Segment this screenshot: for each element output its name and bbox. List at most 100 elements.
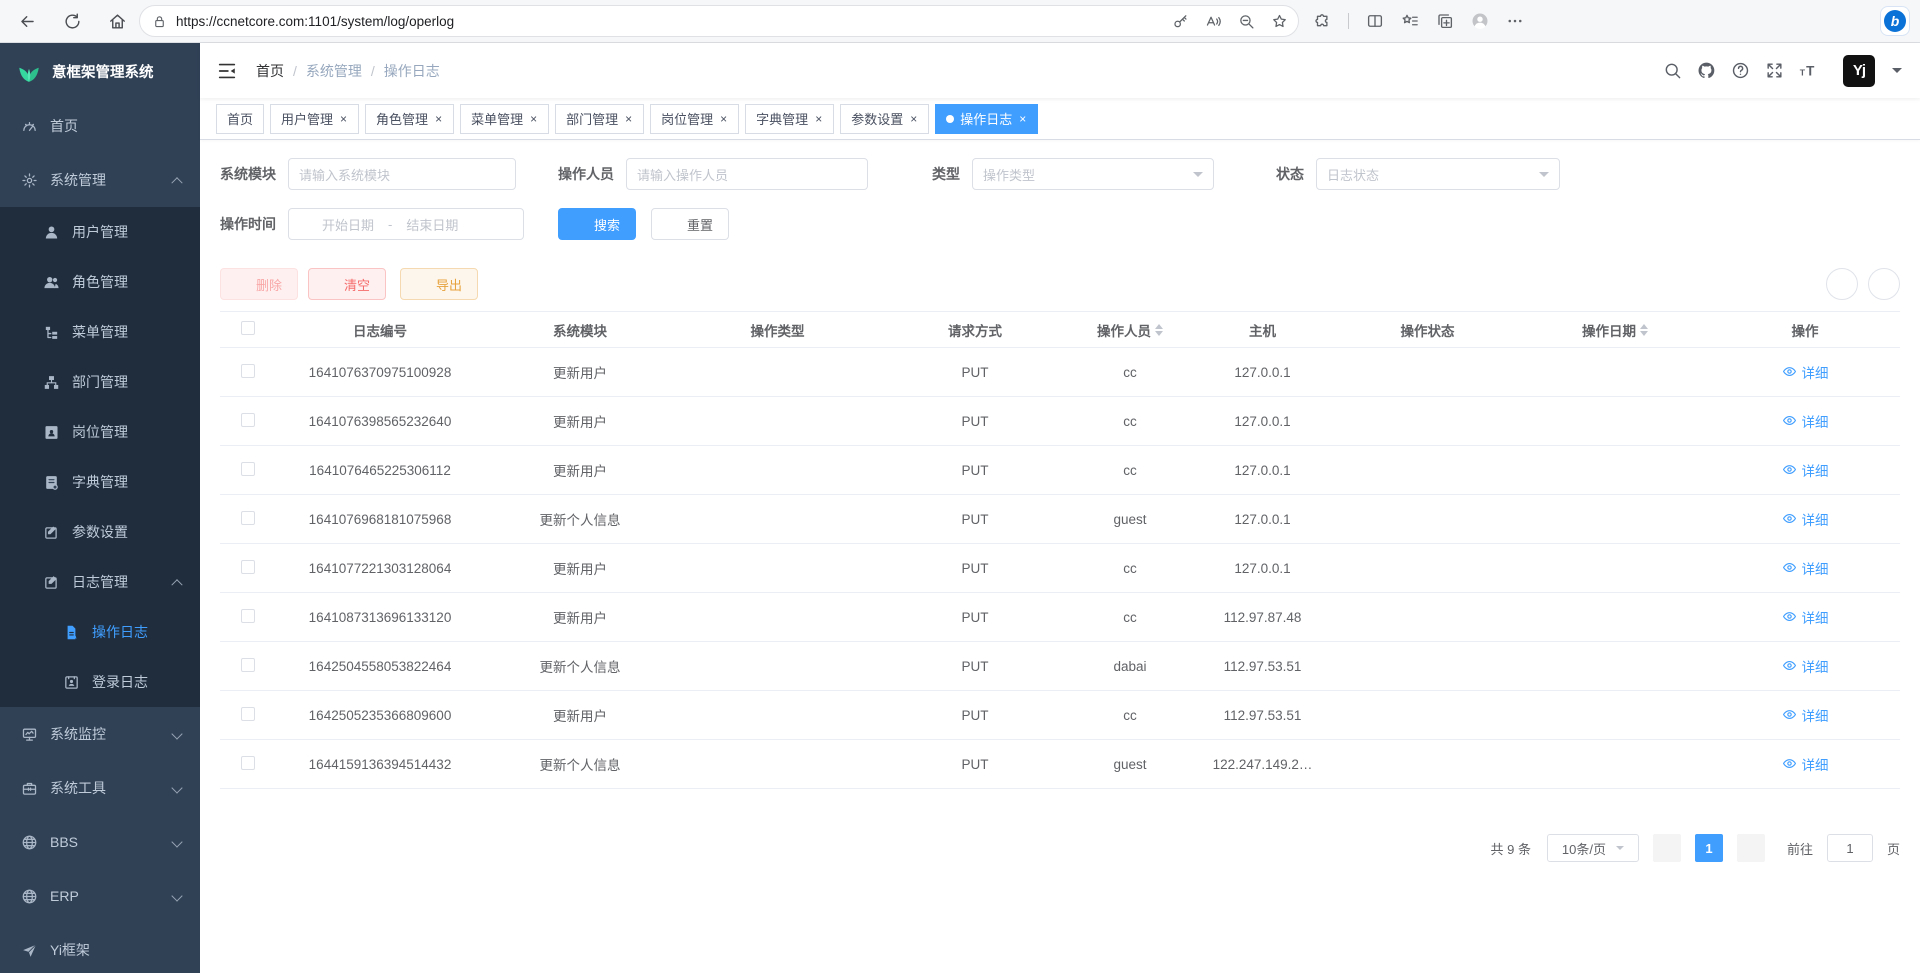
column-header[interactable]: 操作日期 [1520,312,1710,348]
toggle-search-button[interactable] [1826,268,1858,300]
sidebar-item-dept-management[interactable]: 部门管理 [0,357,200,407]
page-number-1[interactable]: 1 [1695,834,1723,862]
tab-param-settings[interactable]: 参数设置× [840,104,929,134]
tab-dept-management[interactable]: 部门管理× [555,104,644,134]
sidebar-logo[interactable]: 意框架管理系统 [0,43,200,99]
chevron-down-icon[interactable] [1892,68,1902,73]
column-header[interactable]: 操作人员 [1070,312,1190,348]
tab-role-management[interactable]: 角色管理× [365,104,454,134]
clear-button[interactable]: 清空 [308,268,386,300]
detail-link[interactable]: 详细 [1782,656,1829,676]
close-icon[interactable]: × [719,112,728,126]
question-icon[interactable] [1731,61,1750,80]
collections-icon[interactable] [1436,12,1454,30]
close-icon[interactable]: × [909,112,918,126]
export-button[interactable]: 导出 [400,268,478,300]
row-checkbox[interactable] [241,658,255,672]
more-icon[interactable] [1506,12,1524,30]
sidebar-item-login-log[interactable]: 登录日志 [0,657,200,707]
refresh-icon[interactable] [63,12,82,31]
sidebar-item-user-management[interactable]: 用户管理 [0,207,200,257]
tab-home[interactable]: 首页 [216,104,264,134]
zoom-out-icon[interactable] [1238,13,1255,30]
sidebar-item-param-settings[interactable]: 参数设置 [0,507,200,557]
sort-desc-icon[interactable] [1155,331,1163,336]
refresh-table-button[interactable] [1868,268,1900,300]
profile-icon[interactable] [1471,12,1489,30]
favorite-star-icon[interactable] [1271,13,1288,30]
close-icon[interactable]: × [529,112,538,126]
search-icon[interactable] [1663,61,1682,80]
sidebar-item-erp[interactable]: ERP [0,869,200,923]
detail-link[interactable]: 详细 [1782,558,1829,578]
tab-user-management[interactable]: 用户管理× [270,104,359,134]
extensions-icon[interactable] [1313,12,1331,30]
row-checkbox[interactable] [241,707,255,721]
tab-operation-log[interactable]: 操作日志× [935,104,1038,134]
key-icon[interactable] [1172,13,1189,30]
row-checkbox[interactable] [241,462,255,476]
sidebar-item-log-management[interactable]: 日志管理 [0,557,200,607]
prev-page-button[interactable] [1653,834,1681,862]
sidebar-item-yi-framework[interactable]: Yi框架 [0,923,200,973]
sidebar-item-system-management[interactable]: 系统管理 [0,153,200,207]
operator-filter-input[interactable]: 请输入操作人员 [626,158,868,190]
row-checkbox[interactable] [241,756,255,770]
sort-asc-icon[interactable] [1155,324,1163,329]
row-checkbox[interactable] [241,560,255,574]
tab-post-management[interactable]: 岗位管理× [650,104,739,134]
module-filter-input[interactable]: 请输入系统模块 [288,158,516,190]
type-filter-select[interactable]: 操作类型 [972,158,1214,190]
delete-button[interactable]: 删除 [220,268,298,300]
sidebar-item-home[interactable]: 首页 [0,99,200,153]
status-filter-select[interactable]: 日志状态 [1316,158,1560,190]
tab-dict-management[interactable]: 字典管理× [745,104,834,134]
sidebar-item-operation-log[interactable]: 操作日志 [0,607,200,657]
sort-icon[interactable] [1155,324,1163,336]
detail-link[interactable]: 详细 [1782,754,1829,774]
home-icon[interactable] [108,12,127,31]
font-size-icon[interactable]: TT [1799,61,1818,80]
row-checkbox[interactable] [241,364,255,378]
goto-page-input[interactable] [1827,834,1873,862]
sidebar-item-bbs[interactable]: BBS [0,815,200,869]
close-icon[interactable]: × [1018,112,1027,126]
sidebar-item-post-management[interactable]: 岗位管理 [0,407,200,457]
detail-link[interactable]: 详细 [1782,705,1829,725]
select-all-checkbox[interactable] [241,321,255,335]
row-checkbox[interactable] [241,609,255,623]
sidebar-item-system-monitor[interactable]: 系统监控 [0,707,200,761]
date-range-picker[interactable]: 开始日期 - 结束日期 [288,208,524,240]
split-screen-icon[interactable] [1366,12,1384,30]
sort-desc-icon[interactable] [1640,331,1648,336]
detail-link[interactable]: 详细 [1782,411,1829,431]
address-bar[interactable]: https://ccnetcore.com:1101/system/log/op… [139,5,1299,37]
search-button[interactable]: 搜索 [558,208,636,240]
back-icon[interactable] [18,12,37,31]
detail-link[interactable]: 详细 [1782,362,1829,382]
detail-link[interactable]: 详细 [1782,607,1829,627]
copilot-button[interactable]: b [1880,6,1910,36]
sidebar-collapse-icon[interactable] [216,60,238,82]
sidebar-item-system-tools[interactable]: 系统工具 [0,761,200,815]
sidebar-item-dict-management[interactable]: 字典管理 [0,457,200,507]
tab-menu-management[interactable]: 菜单管理× [460,104,549,134]
sidebar-item-menu-management[interactable]: 菜单管理 [0,307,200,357]
user-avatar[interactable]: Yj [1843,55,1875,87]
sort-asc-icon[interactable] [1640,324,1648,329]
fullscreen-icon[interactable] [1765,61,1784,80]
row-checkbox[interactable] [241,413,255,427]
reset-button[interactable]: 重置 [651,208,729,240]
close-icon[interactable]: × [339,112,348,126]
detail-link[interactable]: 详细 [1782,460,1829,480]
sort-icon[interactable] [1640,324,1648,336]
close-icon[interactable]: × [434,112,443,126]
row-checkbox[interactable] [241,511,255,525]
detail-link[interactable]: 详细 [1782,509,1829,529]
read-aloud-icon[interactable] [1205,13,1222,30]
breadcrumb-item[interactable]: 首页 [256,61,284,81]
sidebar-item-role-management[interactable]: 角色管理 [0,257,200,307]
url-text[interactable]: https://ccnetcore.com:1101/system/log/op… [176,14,1172,29]
github-icon[interactable] [1697,61,1716,80]
close-icon[interactable]: × [814,112,823,126]
